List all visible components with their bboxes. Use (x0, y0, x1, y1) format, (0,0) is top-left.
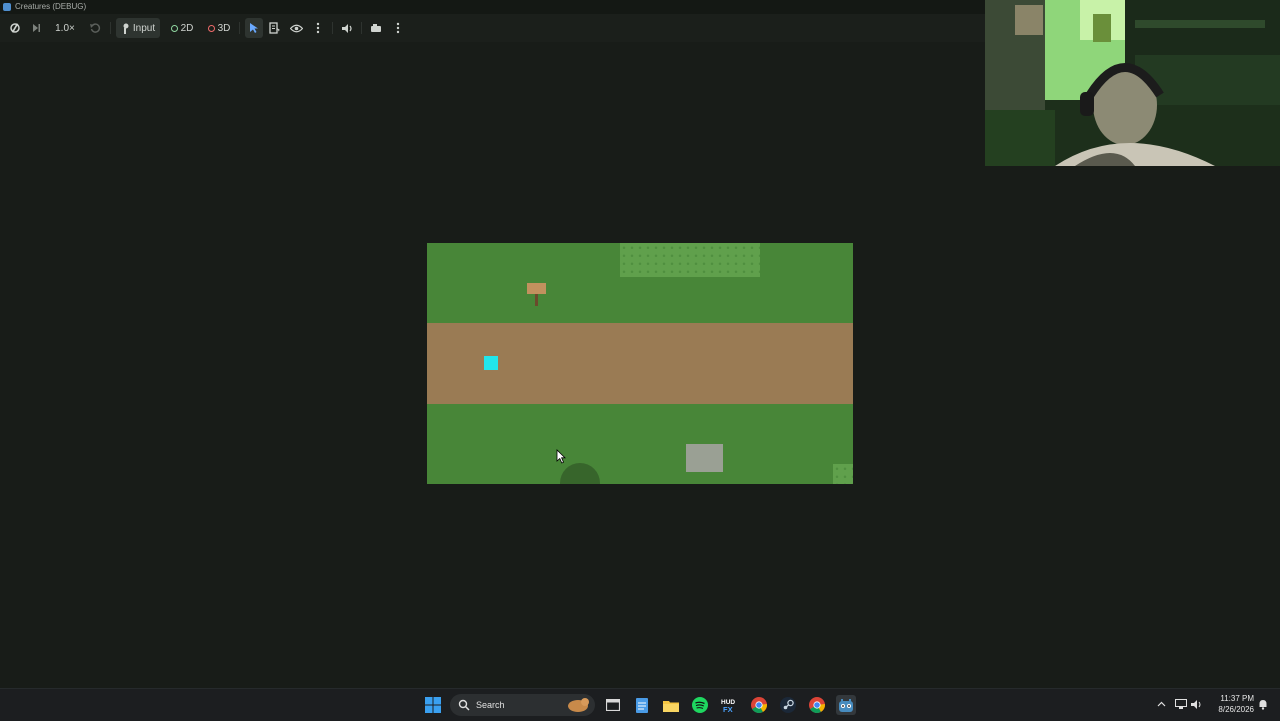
game-scene[interactable] (427, 243, 853, 484)
input-mode-label: Input (132, 22, 156, 34)
mode-2d-button[interactable]: 2D (166, 18, 198, 38)
input-mode-button[interactable]: Input (116, 18, 160, 38)
bush (560, 463, 600, 484)
signpost-pole (535, 294, 538, 306)
search-label: Search (476, 700, 505, 710)
chrome-profile-icon[interactable] (807, 695, 827, 715)
next-frame-icon[interactable] (27, 18, 45, 38)
more-options-icon[interactable] (309, 18, 327, 38)
godot-engine-icon[interactable] (836, 695, 856, 715)
godot-app-icon (3, 3, 11, 11)
mode-3d-button[interactable]: 3D (203, 18, 235, 38)
file-explorer-icon[interactable] (661, 695, 681, 715)
signpost-board[interactable] (527, 283, 546, 294)
rock-block (686, 444, 723, 472)
volume-icon[interactable] (1191, 698, 1203, 710)
player-character (484, 356, 498, 370)
joystick-icon (123, 23, 129, 34)
steam-icon[interactable] (778, 695, 798, 715)
windows-start-icon[interactable] (423, 695, 443, 715)
speaker-icon[interactable] (338, 18, 356, 38)
select-tool-icon[interactable] (245, 18, 263, 38)
list-select-icon[interactable] (266, 18, 284, 38)
mode-3d-label: 3D (217, 22, 231, 34)
chrome-icon[interactable] (749, 695, 769, 715)
debug-toolbar: 1.0× Input 2D 3D (0, 14, 985, 42)
camera-options-icon[interactable] (389, 18, 407, 38)
notepad-icon[interactable] (632, 695, 652, 715)
webcam-video (985, 0, 1280, 166)
clock-date: 8/26/2026 (1218, 705, 1254, 714)
3d-dot-icon (207, 24, 215, 32)
svg-text:FX: FX (723, 705, 733, 713)
visibility-eye-icon[interactable] (287, 18, 305, 38)
task-view-icon[interactable] (603, 695, 623, 715)
camera-override-icon[interactable] (367, 18, 385, 38)
clock-time: 11:37 PM (1220, 694, 1254, 703)
search-highlight-icon (568, 698, 589, 712)
mouse-cursor-icon (556, 449, 566, 464)
reset-speed-icon[interactable] (86, 18, 104, 38)
system-clock[interactable]: 11:37 PM 8/26/2026 (1210, 693, 1254, 715)
time-scale-button[interactable]: 1.0× (50, 18, 80, 38)
suspend-icon[interactable] (6, 18, 24, 38)
mode-2d-label: 2D (180, 22, 194, 34)
webcam-overlay (985, 0, 1280, 166)
window-title: Creatures (DEBUG) (15, 2, 87, 11)
show-hidden-icons-chevron-icon[interactable] (1155, 698, 1167, 710)
spotify-icon[interactable] (690, 695, 710, 715)
notification-bell-icon[interactable] (1257, 698, 1269, 710)
windows-taskbar: Search HUD FX 11:37 PM 8/26/2026 (0, 688, 1280, 721)
tall-grass-patch (620, 243, 760, 277)
2d-dot-icon (170, 24, 178, 32)
tall-grass-corner (833, 464, 853, 484)
search-icon (458, 699, 470, 711)
hudfx-icon[interactable]: HUD FX (719, 695, 739, 715)
network-icon[interactable] (1175, 698, 1187, 710)
taskbar-search[interactable]: Search (450, 694, 595, 716)
